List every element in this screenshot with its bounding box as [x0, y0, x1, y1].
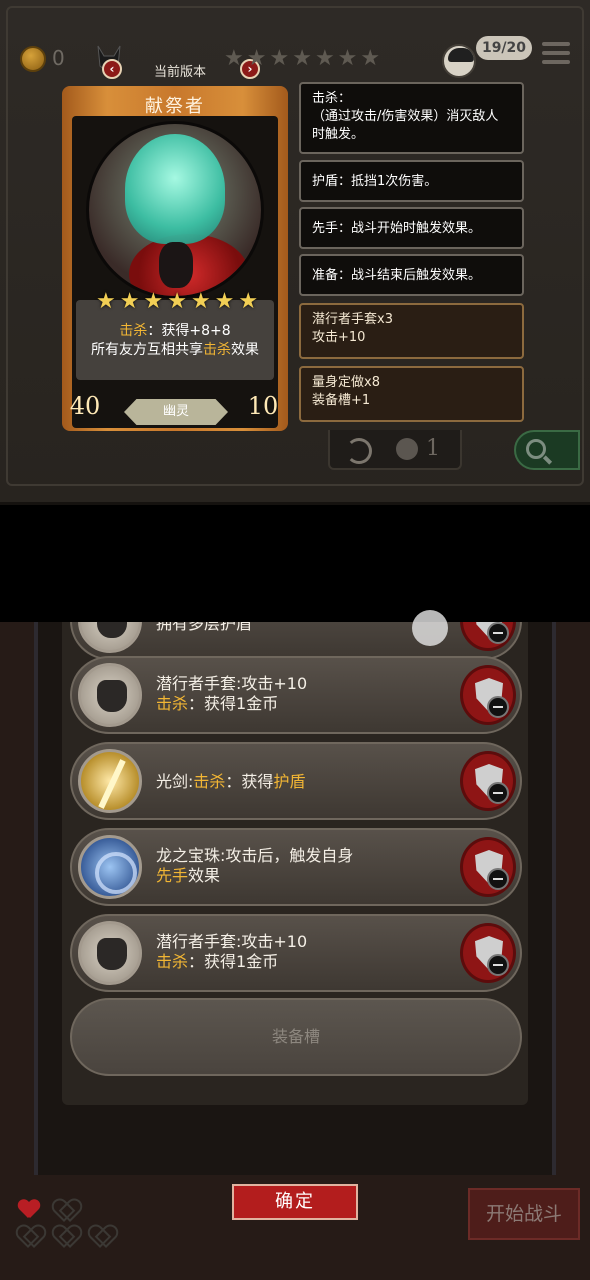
confirm-button[interactable]: 确定 — [232, 1184, 358, 1220]
star-icon: ★ — [269, 46, 290, 71]
avatar[interactable] — [442, 44, 476, 78]
star-icon: ★ — [119, 289, 140, 314]
empty-equipment-slot[interactable]: 装备槽 — [70, 998, 522, 1076]
refresh-icon[interactable] — [346, 438, 372, 464]
star-icon: ★ — [246, 46, 267, 71]
search-icon — [526, 439, 546, 459]
keyword-box-shield: 护盾：抵挡1次伤害。 — [299, 160, 524, 202]
remove-button[interactable] — [460, 665, 516, 725]
star-icon: ★ — [143, 289, 164, 314]
star-icon: ★ — [167, 289, 187, 314]
heart-icon — [54, 1226, 76, 1246]
ghost-figure — [125, 134, 225, 244]
star-icon: ★ — [292, 46, 312, 71]
lives-counter: 19/20 — [476, 36, 532, 60]
equipment-row[interactable]: 潜行者手套:攻击+10 击杀：获得1金币 — [70, 914, 522, 992]
star-icon: ★ — [238, 289, 259, 314]
attack-value: 40 — [60, 386, 110, 426]
star-icon: ★ — [337, 46, 358, 71]
start-battle-button[interactable]: 开始战斗 — [468, 1188, 580, 1240]
minus-icon — [487, 954, 509, 976]
version-label: 当前版本 — [153, 65, 206, 80]
top-panel: 0 ‹ 当前版本 › ★ ★ ★ ★ ★ ★ ★ 19/20 献祭者 击杀：获得+8+8 所… — [0, 0, 590, 505]
remove-button[interactable] — [460, 837, 516, 897]
version-prev-button[interactable]: ‹ — [102, 59, 122, 79]
health-value: 10 — [238, 386, 288, 426]
equipment-row[interactable]: 潜行者手套:攻击+10 击杀：获得1金币 — [70, 656, 522, 734]
refresh-count: 1 — [426, 436, 440, 461]
minus-icon — [487, 782, 509, 804]
star-icon: ★ — [190, 289, 211, 314]
heart-icon — [18, 1200, 40, 1220]
star-icon: ★ — [360, 46, 381, 71]
saber-icon — [78, 749, 142, 813]
item-box-tailored: 量身定做x8 装备槽+1 — [299, 366, 524, 422]
minus-icon — [487, 696, 509, 718]
type-banner: 幽灵 — [124, 399, 228, 425]
remove-button[interactable] — [460, 751, 516, 811]
equipment-row[interactable]: 光剑:击杀：获得护盾 — [70, 742, 522, 820]
glove-icon — [78, 921, 142, 985]
minus-icon — [487, 868, 509, 890]
keyword-kill: 击杀 — [119, 323, 148, 339]
hero-portrait — [86, 121, 264, 299]
keyword-box-first-strike: 先手：战斗开始时触发效果。 — [299, 207, 524, 249]
keyword-box-kill: 击杀： （通过攻击/伤害效果）消灭敌人时触发。 — [299, 82, 524, 154]
hero-card: 献祭者 击杀：获得+8+8 所有友方互相共享击杀效果 ★ ★ ★ ★ ★ ★ ★ 40 幽灵… — [62, 86, 288, 431]
glove-icon — [78, 663, 142, 727]
search-button[interactable] — [514, 430, 580, 470]
orb-icon — [78, 835, 142, 899]
card-title: 献祭者 — [145, 96, 205, 117]
keyword-box-prepare: 准备：战斗结束后触发效果。 — [299, 254, 524, 296]
version-stars[interactable]: ★ ★ ★ ★ ★ ★ ★ — [224, 48, 380, 70]
star-icon: ★ — [214, 289, 235, 314]
star-icon: ★ — [314, 46, 335, 71]
heart-icon — [54, 1200, 76, 1220]
star-icon: ★ — [96, 289, 116, 314]
coin-count: 0 — [52, 46, 65, 70]
heart-icon — [90, 1226, 112, 1246]
touch-indicator — [412, 610, 448, 646]
heart-icon — [18, 1226, 40, 1246]
remove-button[interactable] — [460, 923, 516, 983]
minus-icon — [487, 622, 509, 644]
coin-icon — [396, 438, 418, 460]
coin-icon — [20, 46, 46, 72]
card-stars: ★ ★ ★ ★ ★ ★ ★ — [96, 290, 258, 314]
equipment-row[interactable]: 龙之宝珠:攻击后，触发自身 先手效果 — [70, 828, 522, 906]
item-box-stalker-gloves: 潜行者手套x3 攻击+10 — [299, 303, 524, 359]
menu-icon[interactable] — [542, 42, 570, 68]
star-icon: ★ — [224, 46, 244, 71]
